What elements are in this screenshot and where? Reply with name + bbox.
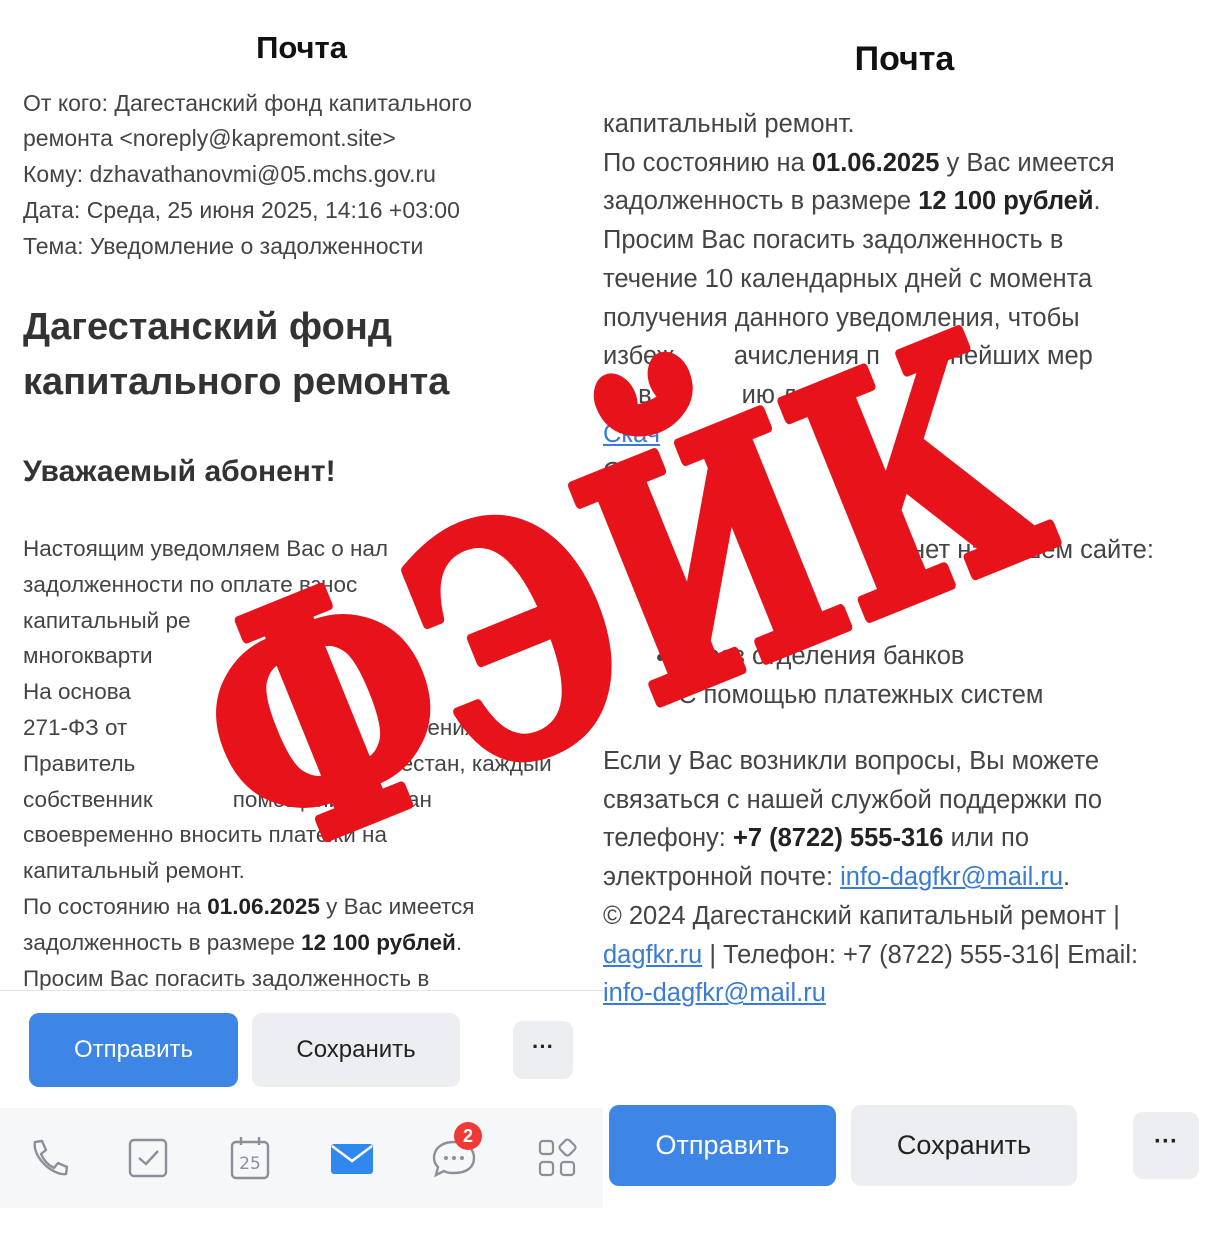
footer-email: info-dagfkr@mail.ru [603, 974, 1206, 1013]
footer-copyright: © 2024 Дагестанский капитальный ремонт | [603, 901, 1120, 930]
body-line: Правитель агестан, каждый [23, 750, 552, 776]
compose-actions: Отправить Сохранить ··· [603, 1062, 1206, 1253]
greeting: Уважаемый абонент! [23, 455, 336, 488]
body-line [603, 492, 1206, 531]
body-line-debt-amount: задолженность в размере 12 100 рублей. [23, 929, 463, 955]
body-line: получения данного уведомления, чтобы [603, 303, 1080, 332]
body-line: С [603, 458, 622, 487]
site-link[interactable]: dagfkr.ru [603, 941, 702, 969]
contact-block: Если у Вас возникли вопросы, Вы можете с… [603, 742, 1206, 1013]
body-line: задолженности по оплате взнос [23, 571, 358, 597]
left-mail-screenshot: Почта От кого: Дагестанский фонд капитал… [0, 0, 603, 1253]
body-line: Просим Вас погасить задолженность в [603, 226, 1064, 255]
body-line: течение 10 календарных дней с момента [603, 264, 1093, 293]
body-line: Настоящим уведомляем Вас о нал [23, 536, 389, 561]
body-line: многокварти [23, 643, 153, 669]
apps-icon[interactable] [532, 1133, 582, 1183]
list-item: С помощью платежных систем [678, 676, 1043, 715]
support-email-link[interactable]: info-dagfkr@mail.ru [840, 863, 1063, 891]
body-line: собственник помещения обязан [23, 786, 432, 812]
org-title-line-2: капитального ремонта [23, 361, 450, 403]
save-button[interactable]: Сохранить [252, 1013, 460, 1087]
bottom-tab-bar: 25 [0, 1108, 603, 1208]
body-line: абинет на нашем сайте: [868, 535, 1154, 564]
calendar-icon[interactable]: 25 [225, 1133, 275, 1183]
right-mail-screenshot: Почта капитальный ремонт. По состоянию н… [603, 0, 1206, 1253]
send-button[interactable]: Отправить [609, 1105, 836, 1186]
header-from: От кого: Дагестанский фонд капитального [23, 90, 472, 116]
header-to: Кому: dzhavathanovmi@05.mchs.gov.ru [23, 161, 436, 187]
send-button[interactable]: Отправить [29, 1013, 238, 1087]
list-item: через отделения банков [678, 637, 1043, 676]
body-line: капитальный ре [23, 607, 191, 633]
download-link[interactable]: Скач [603, 420, 660, 448]
body-line-debt-date: По состоянию на 01.06.2025 у Вас имеется [23, 893, 475, 919]
body-line-debt-amount: задолженность в размере 12 100 рублей. [603, 187, 1101, 216]
body-line: капитальный ремонт. [23, 858, 245, 884]
header-from-address: ремонта <noreply@kapremont.site> [23, 125, 396, 151]
header-subject: Тема: Уведомление о задолженности [23, 233, 424, 259]
body-line-debt-date: По состоянию на 01.06.2025 у Вас имеется [603, 148, 1115, 177]
app-title: Почта [256, 30, 347, 65]
chat-unread-badge: 2 [454, 1122, 482, 1150]
body-line: 271-ФЗ от ения [23, 714, 478, 740]
more-button[interactable]: ··· [1133, 1112, 1199, 1179]
contact-line: Если у Вас возникли вопросы, Вы можете [603, 747, 1100, 775]
email-body: капитальный ремонт. По состоянию на 01.0… [603, 105, 1206, 569]
email-body: Настоящим уведомляем Вас о нал задолженн… [23, 531, 583, 996]
body-line: На основа [23, 679, 131, 705]
mail-icon[interactable] [327, 1133, 377, 1183]
contact-line-email: электронной почте: info-dagfkr@mail.ru. [603, 863, 1071, 892]
more-button[interactable]: ··· [513, 1021, 573, 1079]
app-title: Почта [854, 40, 955, 78]
payment-methods-list: через отделения банков С помощью платежн… [653, 637, 1043, 714]
phone-icon[interactable] [23, 1133, 73, 1183]
task-icon[interactable] [123, 1133, 173, 1183]
compose-actions: Отправить Сохранить ··· [0, 990, 603, 1109]
contact-line-phone: телефону: +7 (8722) 555-316 или по [603, 824, 1030, 853]
calendar-day: 25 [239, 1154, 261, 1174]
contact-line: связаться с нашей службой поддержки по [603, 785, 1103, 814]
body-line: капитальный ремонт. [603, 110, 855, 138]
footer-email-link[interactable]: info-dagfkr@mail.ru [603, 979, 826, 1007]
body-line: по в ию д [603, 380, 797, 409]
footer-links: dagfkr.ru | Телефон: +7 (8722) 555-316| … [603, 940, 1139, 969]
body-line: своевременно вносить платежи на [23, 822, 387, 848]
header-date: Дата: Среда, 25 июня 2025, 14:16 +03:00 [23, 197, 460, 223]
save-button[interactable]: Сохранить [851, 1105, 1077, 1186]
body-line: Скач [603, 415, 1206, 454]
body-line: избеж ачисления п нейших мер [603, 342, 1093, 371]
org-title-line-1: Дагестанский фонд [23, 306, 392, 348]
